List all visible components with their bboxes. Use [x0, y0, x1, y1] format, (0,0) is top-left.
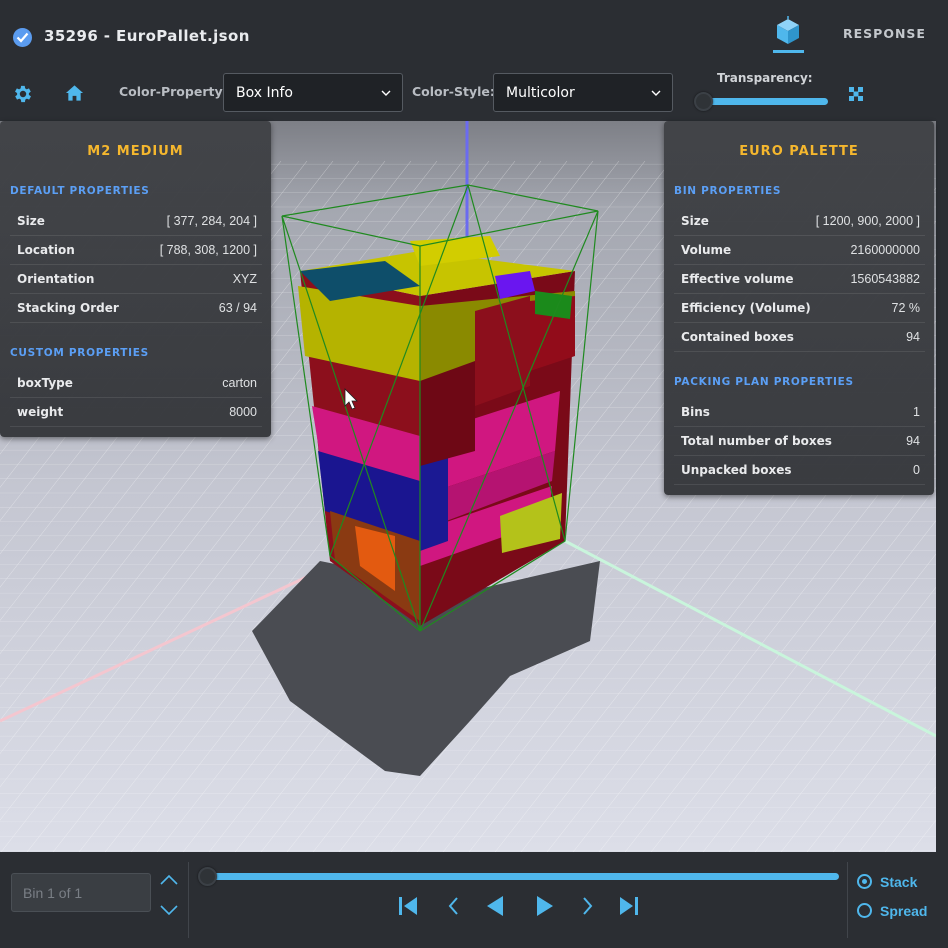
property-value: [ 1200, 900, 2000 ] [815, 214, 920, 228]
property-key: Bins [681, 405, 710, 419]
property-key: Size [17, 214, 45, 228]
property-row: Orientation XYZ [10, 265, 262, 294]
chevron-down-icon [651, 90, 661, 96]
cube-view-icon [777, 16, 799, 44]
property-row: Contained boxes 94 [674, 323, 925, 352]
property-value: 2160000000 [850, 243, 920, 257]
tab-response[interactable]: RESPONSE [843, 26, 926, 41]
bin-panel-title: EURO PALETTE [739, 144, 859, 159]
property-value: 1 [913, 405, 920, 419]
page-title: 35296 - EuroPallet.json [44, 27, 250, 45]
step-back-icon[interactable] [442, 894, 466, 918]
property-row: boxType carton [10, 369, 262, 398]
property-value: 0 [913, 463, 920, 477]
property-row: Size [ 1200, 900, 2000 ] [674, 207, 925, 236]
property-value: 72 % [891, 301, 921, 315]
bin-properties-title: BIN PROPERTIES [674, 185, 782, 197]
property-value: 63 / 94 [218, 301, 257, 315]
default-properties-title: DEFAULT PROPERTIES [10, 185, 150, 197]
box-info-panel: M2 MEDIUM DEFAULT PROPERTIES Size [ 377, … [0, 121, 271, 437]
property-row: Unpacked boxes 0 [674, 456, 925, 485]
timeline-slider-thumb[interactable] [198, 867, 217, 886]
color-style-value: Multicolor [506, 85, 575, 101]
property-value: 1560543882 [850, 272, 920, 286]
property-key: Contained boxes [681, 330, 794, 344]
property-value: 94 [906, 434, 920, 448]
home-icon[interactable] [65, 84, 84, 102]
stack-radio-label[interactable]: Stack [880, 874, 917, 890]
packing-plan-title: PACKING PLAN PROPERTIES [674, 376, 854, 388]
property-key: Location [17, 243, 75, 257]
custom-properties-title: CUSTOM PROPERTIES [10, 347, 149, 359]
check-circle-icon [13, 28, 32, 47]
property-key: Size [681, 214, 709, 228]
play-icon[interactable] [533, 894, 557, 918]
timeline-slider[interactable] [207, 873, 839, 880]
stack-radio[interactable] [857, 874, 872, 889]
property-key: boxType [17, 376, 73, 390]
bin-selector-input[interactable]: Bin 1 of 1 [11, 873, 151, 912]
skip-to-end-icon[interactable] [617, 894, 641, 918]
property-key: Orientation [17, 272, 95, 286]
divider [188, 862, 189, 938]
property-value: [ 377, 284, 204 ] [166, 214, 257, 228]
property-row: Effective volume 1560543882 [674, 265, 925, 294]
toolbar: Color-Property: Box Info Color-Style: Mu… [0, 65, 948, 120]
property-row: Efficiency (Volume) 72 % [674, 294, 925, 323]
divider [847, 862, 848, 938]
chevron-up-icon[interactable] [158, 872, 180, 888]
gear-icon[interactable] [12, 83, 34, 105]
property-key: Effective volume [681, 272, 794, 286]
spread-radio[interactable] [857, 903, 872, 918]
property-value: carton [222, 376, 257, 390]
chevron-down-icon [381, 90, 391, 96]
property-key: Volume [681, 243, 732, 257]
property-value: XYZ [232, 272, 257, 286]
property-key: Unpacked boxes [681, 463, 792, 477]
property-row: Volume 2160000000 [674, 236, 925, 265]
chevron-down-icon[interactable] [158, 902, 180, 918]
play-reverse-icon[interactable] [483, 894, 507, 918]
property-key: Efficiency (Volume) [681, 301, 811, 315]
color-style-label: Color-Style: [412, 84, 495, 99]
color-property-value: Box Info [236, 85, 293, 101]
transparency-label: Transparency: [717, 71, 813, 85]
property-value: 8000 [229, 405, 257, 419]
tab-3d-view[interactable] [769, 16, 807, 53]
step-forward-icon[interactable] [575, 894, 599, 918]
box-panel-title: M2 MEDIUM [87, 144, 184, 159]
property-key: Total number of boxes [681, 434, 832, 448]
bin-info-panel: EURO PALETTE BIN PROPERTIES Size [ 1200, … [664, 121, 934, 495]
color-style-select[interactable]: Multicolor [493, 73, 673, 112]
title-bar: 35296 - EuroPallet.json RESPONSE [0, 10, 948, 65]
viewport-scrollbar[interactable] [936, 121, 948, 852]
active-tab-indicator [773, 50, 804, 53]
transparency-slider-thumb[interactable] [694, 92, 713, 111]
property-row: Stacking Order 63 / 94 [10, 294, 262, 323]
property-key: weight [17, 405, 64, 419]
property-value: [ 788, 308, 1200 ] [159, 243, 257, 257]
property-key: Stacking Order [17, 301, 119, 315]
skip-to-start-icon[interactable] [396, 894, 420, 918]
property-row: Bins 1 [674, 398, 925, 427]
property-row: Location [ 788, 308, 1200 ] [10, 236, 262, 265]
property-row: weight 8000 [10, 398, 262, 427]
spread-radio-label[interactable]: Spread [880, 903, 927, 919]
playback-bar: Bin 1 of 1 Stack Spread [0, 852, 948, 948]
color-property-select[interactable]: Box Info [223, 73, 403, 112]
property-value: 94 [906, 330, 920, 344]
color-property-label: Color-Property: [119, 84, 228, 99]
property-row: Total number of boxes 94 [674, 427, 925, 456]
transparency-slider[interactable] [700, 98, 828, 105]
property-row: Size [ 377, 284, 204 ] [10, 207, 262, 236]
app-window: 35296 - EuroPallet.json RESPONSE Color-P… [0, 0, 948, 948]
spread-view-icon[interactable] [849, 87, 863, 101]
